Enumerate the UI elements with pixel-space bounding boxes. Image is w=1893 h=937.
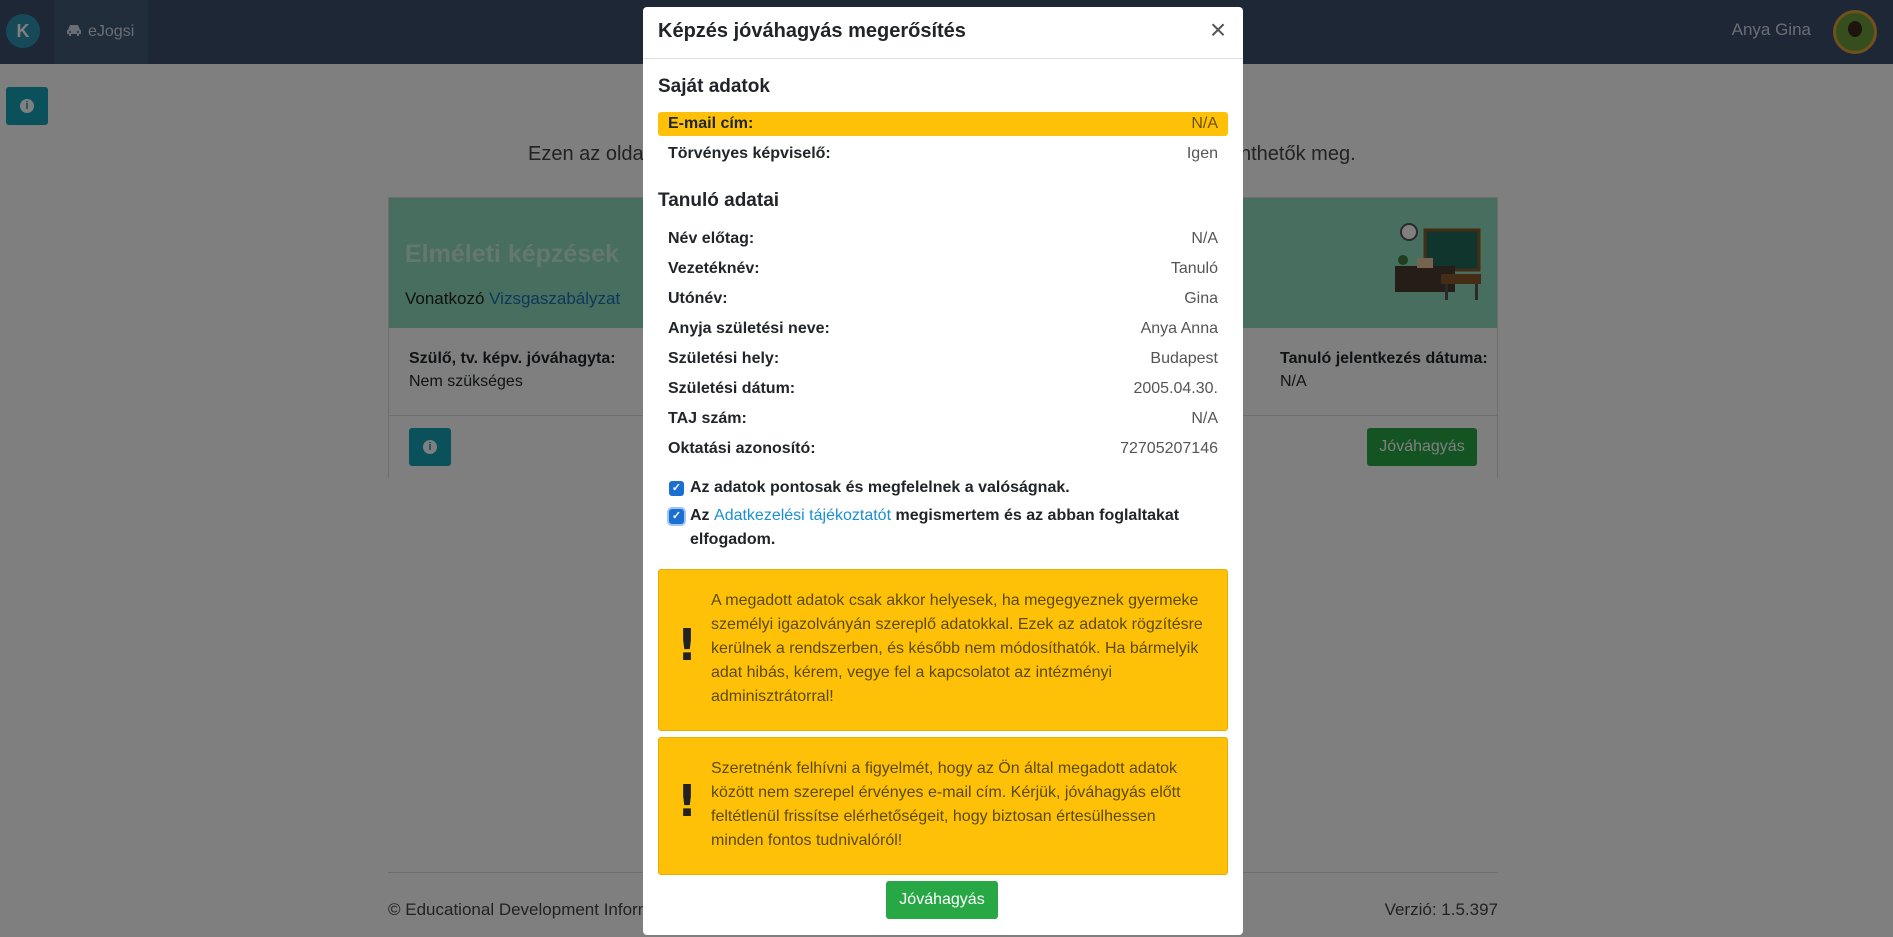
field-value: Anya Anna	[1140, 320, 1218, 337]
checkbox-label: Az adatok pontosak és megfelelnek a való…	[690, 479, 1070, 496]
checkbox-label: Az Adatkezelési tájékoztatót megismertem…	[690, 504, 1210, 552]
student-row: Vezetéknév: Tanuló	[658, 257, 1228, 281]
email-row: E-mail cím: N/A	[658, 112, 1228, 136]
legal-rep-row: Törvényes képviselő: Igen	[658, 142, 1228, 166]
field-label: Oktatási azonosító:	[668, 440, 816, 457]
alert-message: Szeretnénk felhívni a figyelmét, hogy az…	[711, 760, 1181, 849]
field-value: Gina	[1184, 290, 1218, 307]
student-row: Születési dátum: 2005.04.30.	[658, 377, 1228, 401]
close-icon[interactable]: ×	[1205, 16, 1231, 44]
field-value: N/A	[1191, 230, 1218, 247]
check-icon[interactable]: ✓	[669, 509, 684, 524]
field-value: Budapest	[1150, 350, 1218, 367]
checkbox-label-prefix: Az	[690, 507, 710, 524]
field-label: TAJ szám:	[668, 410, 747, 427]
field-value: Igen	[1186, 145, 1218, 162]
own-data-heading: Saját adatok	[658, 76, 770, 97]
field-value: N/A	[1191, 115, 1218, 132]
field-value: 2005.04.30.	[1133, 380, 1218, 397]
field-label: Anyja születési neve:	[668, 320, 830, 337]
field-label: Név előtag:	[668, 230, 755, 247]
student-row: Név előtag: N/A	[658, 227, 1228, 251]
field-value: 72705207146	[1120, 440, 1218, 457]
privacy-policy-link[interactable]: Adatkezelési tájékoztatót	[714, 507, 891, 524]
modal-header: Képzés jóváhagyás megerősítés ×	[643, 7, 1243, 59]
student-data-heading: Tanuló adatai	[658, 190, 780, 211]
student-row: TAJ szám: N/A	[658, 407, 1228, 431]
warning-alert-email: ! Szeretnénk felhívni a figyelmét, hogy …	[658, 737, 1228, 875]
student-row: Születési hely: Budapest	[658, 347, 1228, 371]
field-value: Tanuló	[1170, 260, 1218, 277]
check-icon[interactable]: ✓	[669, 481, 684, 496]
warning-alert-data: ! A megadott adatok csak akkor helyesek,…	[658, 569, 1228, 731]
confirm-modal: Képzés jóváhagyás megerősítés × Saját ad…	[643, 7, 1243, 935]
student-row: Anyja születési neve: Anya Anna	[658, 317, 1228, 341]
alert-message: A megadott adatok csak akkor helyesek, h…	[711, 592, 1203, 705]
field-label: Utónév:	[668, 290, 728, 307]
field-value: N/A	[1191, 410, 1218, 427]
field-label: E-mail cím:	[668, 115, 754, 132]
student-row: Oktatási azonosító: 72705207146	[658, 437, 1228, 461]
student-row: Utónév: Gina	[658, 287, 1228, 311]
exclamation-icon: !	[677, 776, 698, 827]
field-label: Vezetéknév:	[668, 260, 760, 277]
approve-button[interactable]: Jóváhagyás	[886, 881, 998, 919]
exclamation-icon: !	[677, 620, 698, 671]
field-label: Születési hely:	[668, 350, 780, 367]
field-label: Születési dátum:	[668, 380, 796, 397]
field-label: Törvényes képviselő:	[668, 145, 831, 162]
modal-title: Képzés jóváhagyás megerősítés	[658, 20, 966, 42]
